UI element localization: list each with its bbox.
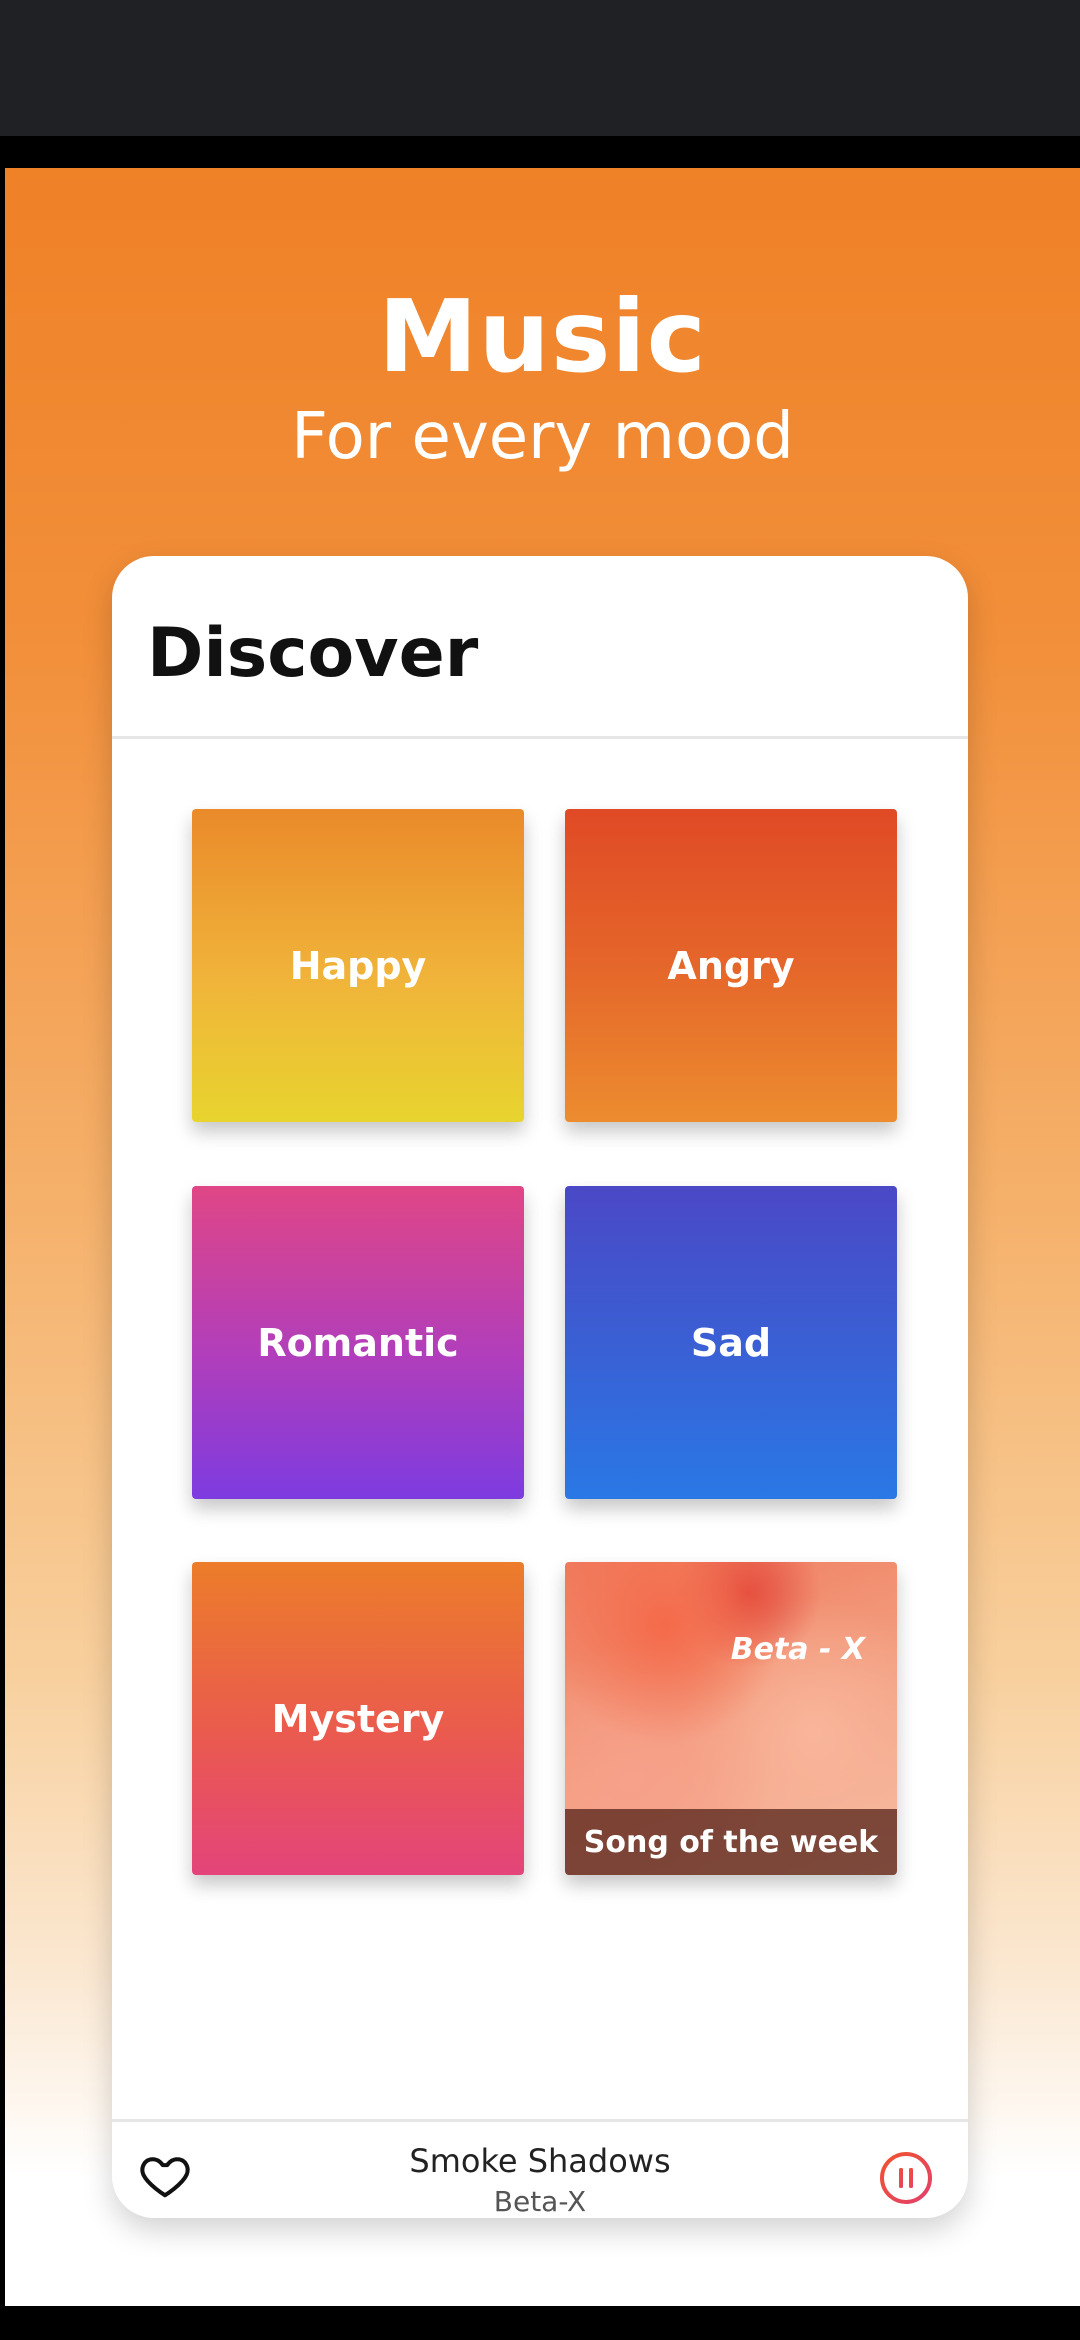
song-of-week-tile[interactable]: Beta - X Song of the week <box>565 1562 897 1875</box>
hero-title: Music <box>378 278 707 395</box>
mood-tile-angry[interactable]: Angry <box>565 809 897 1122</box>
now-playing-title: Smoke Shadows <box>409 2142 671 2180</box>
mood-tile-sad[interactable]: Sad <box>565 1186 897 1499</box>
discover-header: Discover <box>112 556 968 739</box>
discover-card: Discover Happy Angry Romantic Sad Myster… <box>112 556 968 2218</box>
mood-tile-mystery[interactable]: Mystery <box>192 1562 524 1875</box>
mood-tile-label: Sad <box>690 1320 772 1365</box>
top-divider <box>0 136 1080 168</box>
mood-tile-label: Mystery <box>271 1696 445 1741</box>
pause-icon[interactable] <box>878 2150 934 2206</box>
now-playing-artist: Beta-X <box>493 2185 587 2218</box>
hero-subtitle: For every mood <box>291 400 794 474</box>
mood-tile-label: Angry <box>667 943 795 988</box>
mood-tile-label: Romantic <box>257 1320 459 1365</box>
song-of-week-artist: Beta - X <box>730 1632 865 1667</box>
discover-title: Discover <box>147 614 479 693</box>
mood-tile-label: Happy <box>289 943 427 988</box>
mood-tile-romantic[interactable]: Romantic <box>192 1186 524 1499</box>
bottom-divider <box>0 2306 1080 2340</box>
song-of-week-caption: Song of the week <box>565 1809 897 1875</box>
mini-player[interactable]: Smoke Shadows Beta-X <box>112 2119 968 2218</box>
app-screen: Music For every mood Discover Happy Angr… <box>5 168 1080 2306</box>
status-bar <box>0 0 1080 136</box>
mood-tile-happy[interactable]: Happy <box>192 809 524 1122</box>
